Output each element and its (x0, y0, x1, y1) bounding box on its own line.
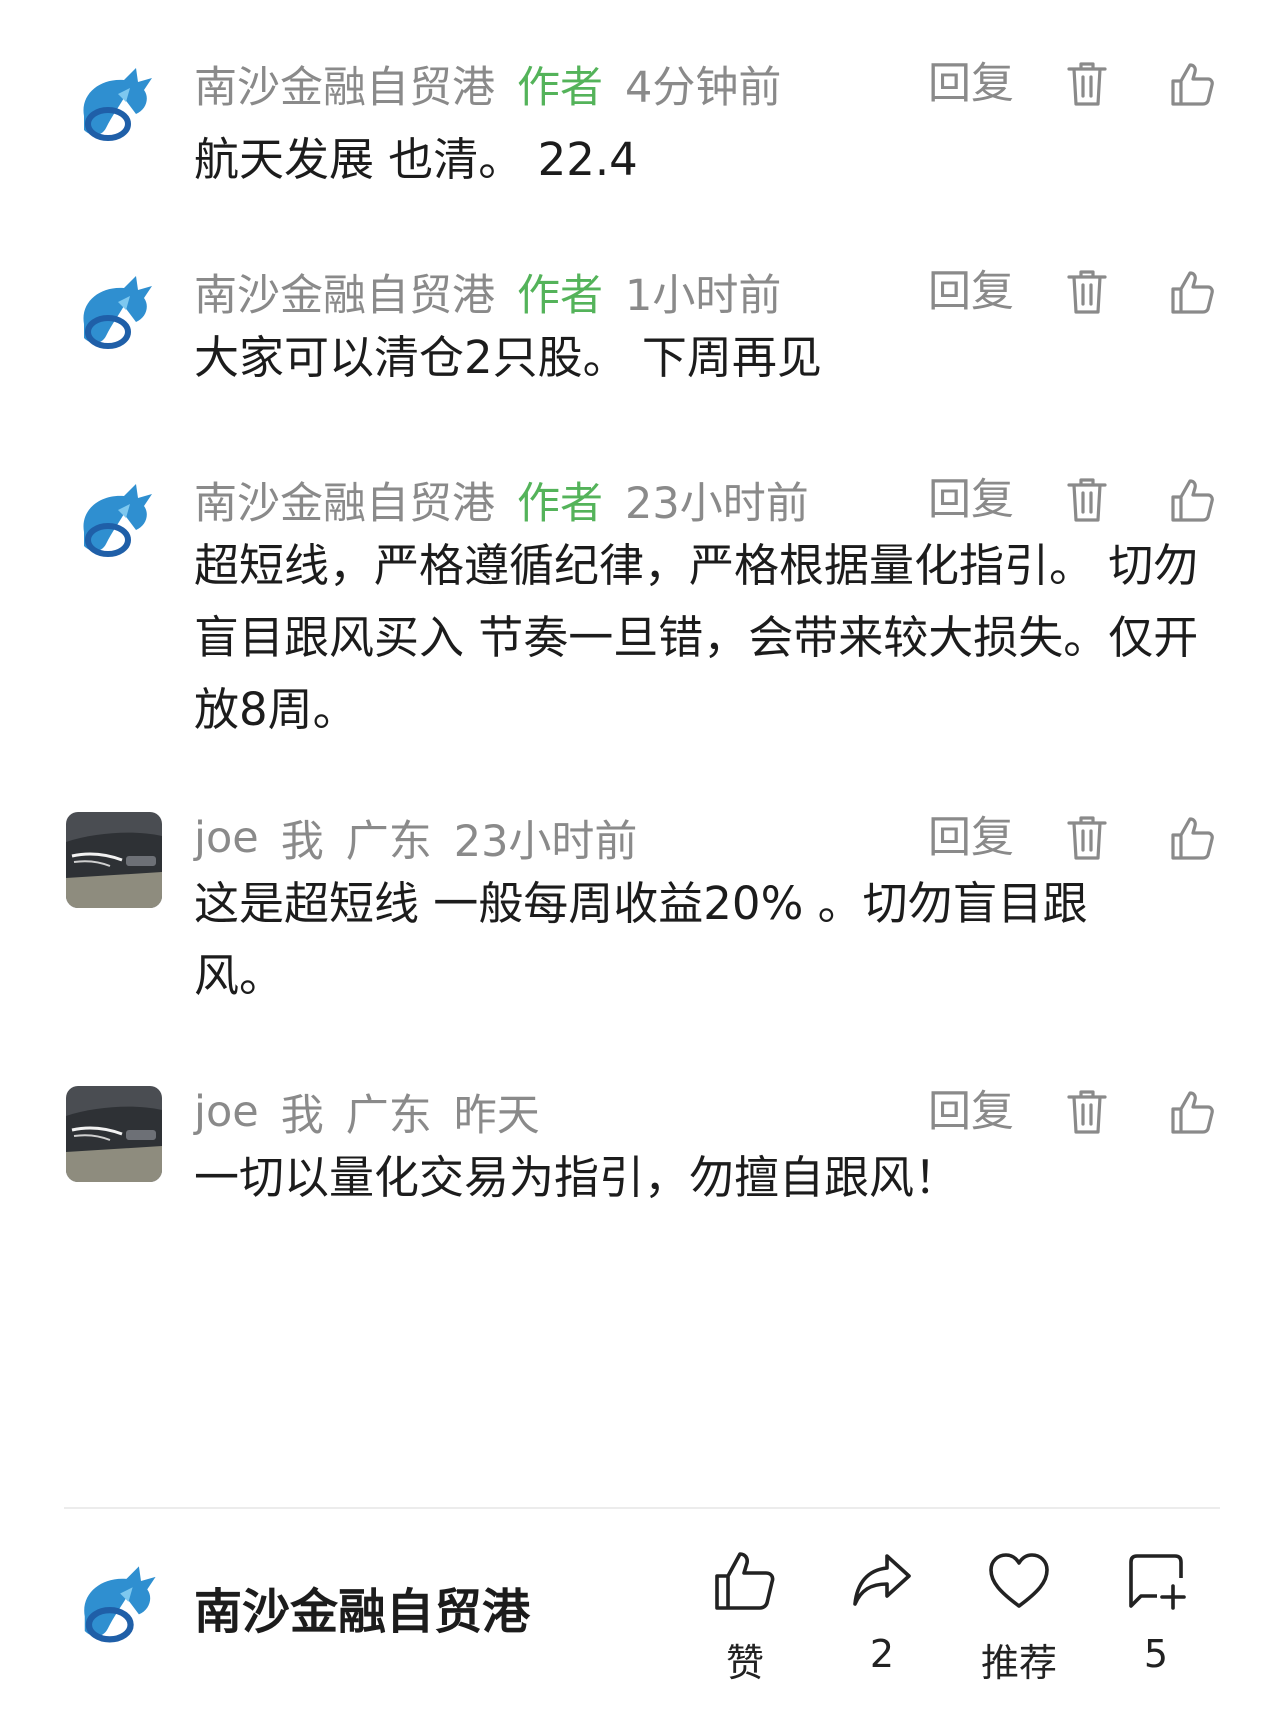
reply-button[interactable]: 回复 (928, 54, 1014, 114)
comments-page: 南沙金融自贸港 作者 4分钟前 回复 航天发展 也清。 22.4 南沙金融自贸港… (0, 0, 1280, 1721)
thumbs-up-icon (1171, 1091, 1214, 1134)
comment-text: 航天发展 也清。 22.4 (194, 133, 638, 186)
delete-button[interactable] (1060, 54, 1114, 114)
like-label: 赞 (725, 1641, 764, 1685)
like-button[interactable] (1165, 262, 1219, 322)
comment-text: 大家可以清仓2只股。 下周再见 (194, 331, 822, 384)
author-avatar[interactable] (66, 1556, 166, 1656)
thumbs-up-icon (1171, 817, 1214, 860)
reply-button[interactable]: 回复 (928, 808, 1014, 868)
like-button[interactable] (1165, 808, 1219, 868)
trash-icon (1067, 478, 1107, 522)
trash-icon (1067, 816, 1107, 860)
like-button[interactable] (1165, 1082, 1219, 1142)
comment-actions: 回复 (0, 262, 1280, 322)
comment-text: 超短线，严格遵循纪律，严格根据量化指引。 切勿盲目跟风买入 节奏一旦错，会带来较… (194, 539, 1199, 736)
comment-button[interactable]: 5 (1101, 1540, 1211, 1690)
like-post-button[interactable]: 赞 (690, 1540, 800, 1690)
thumbs-up-icon (715, 1552, 775, 1610)
reply-button[interactable]: 回复 (928, 1082, 1014, 1142)
thumbs-up-icon (1171, 479, 1214, 522)
delete-button[interactable] (1060, 1082, 1114, 1142)
delete-button[interactable] (1060, 262, 1114, 322)
comment-actions: 回复 (0, 1082, 1280, 1142)
like-button[interactable] (1165, 54, 1219, 114)
author-name[interactable]: 南沙金融自贸港 (194, 1572, 530, 1642)
trash-icon (1067, 62, 1107, 106)
thumbs-up-icon (1171, 271, 1214, 314)
trash-icon (1067, 270, 1107, 314)
trash-icon (1067, 1090, 1107, 1134)
footer-bar: 南沙金融自贸港 赞 2 推荐 5 (0, 1520, 1280, 1720)
comment-text: 一切以量化交易为指引，勿擅自跟风！ (194, 1151, 960, 1204)
delete-button[interactable] (1060, 470, 1114, 530)
share-count: 2 (869, 1632, 895, 1676)
recommend-label: 推荐 (980, 1641, 1057, 1685)
share-button[interactable]: 2 (827, 1540, 937, 1690)
comment-actions: 回复 (0, 808, 1280, 868)
divider (64, 1507, 1220, 1509)
comment-count: 5 (1143, 1632, 1169, 1676)
share-arrow-icon (853, 1554, 911, 1606)
heart-icon (989, 1553, 1049, 1608)
recommend-button[interactable]: 推荐 (964, 1540, 1074, 1690)
like-button[interactable] (1165, 470, 1219, 530)
delete-button[interactable] (1060, 808, 1114, 868)
comment-text: 这是超短线 一般每周收益20% 。切勿盲目跟风。 (194, 877, 1088, 1002)
reply-button[interactable]: 回复 (928, 262, 1014, 322)
comment-actions: 回复 (0, 470, 1280, 530)
comment-add-icon (1129, 1554, 1186, 1610)
thumbs-up-icon (1171, 63, 1214, 106)
reply-button[interactable]: 回复 (928, 470, 1014, 530)
comment-actions: 回复 (0, 54, 1280, 114)
dragon-logo-icon (66, 1556, 166, 1656)
